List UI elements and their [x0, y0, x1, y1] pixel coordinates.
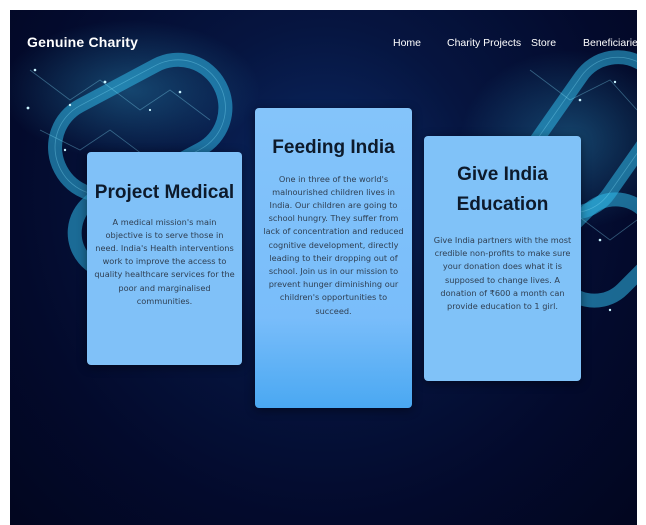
card-title: Feeding India	[272, 137, 395, 158]
brand-logo[interactable]: Genuine Charity	[27, 34, 138, 50]
nav-beneficiaries[interactable]: Beneficiaries	[583, 37, 637, 49]
card-description: Give India partners with the most credib…	[433, 235, 572, 312]
card-description: A medical mission's main objective is to…	[94, 216, 235, 306]
card-title: Project Medical	[94, 182, 235, 203]
card-project-medical: Project Medical A medical mission's main…	[87, 152, 242, 365]
card-title: Give India Education	[456, 164, 549, 215]
card-feeding-india: Feeding India One in three of the world'…	[255, 108, 412, 408]
top-navigation: Genuine Charity Home Charity Projects St…	[10, 10, 637, 72]
card-description: One in three of the world's malnourished…	[263, 173, 404, 316]
nav-home[interactable]: Home	[393, 37, 421, 49]
nav-store[interactable]: Store	[531, 37, 556, 49]
nav-charity-projects[interactable]: Charity Projects	[447, 37, 521, 49]
page: Genuine Charity Home Charity Projects St…	[10, 10, 637, 525]
card-give-india-education: Give India Education Give India partners…	[424, 136, 581, 381]
